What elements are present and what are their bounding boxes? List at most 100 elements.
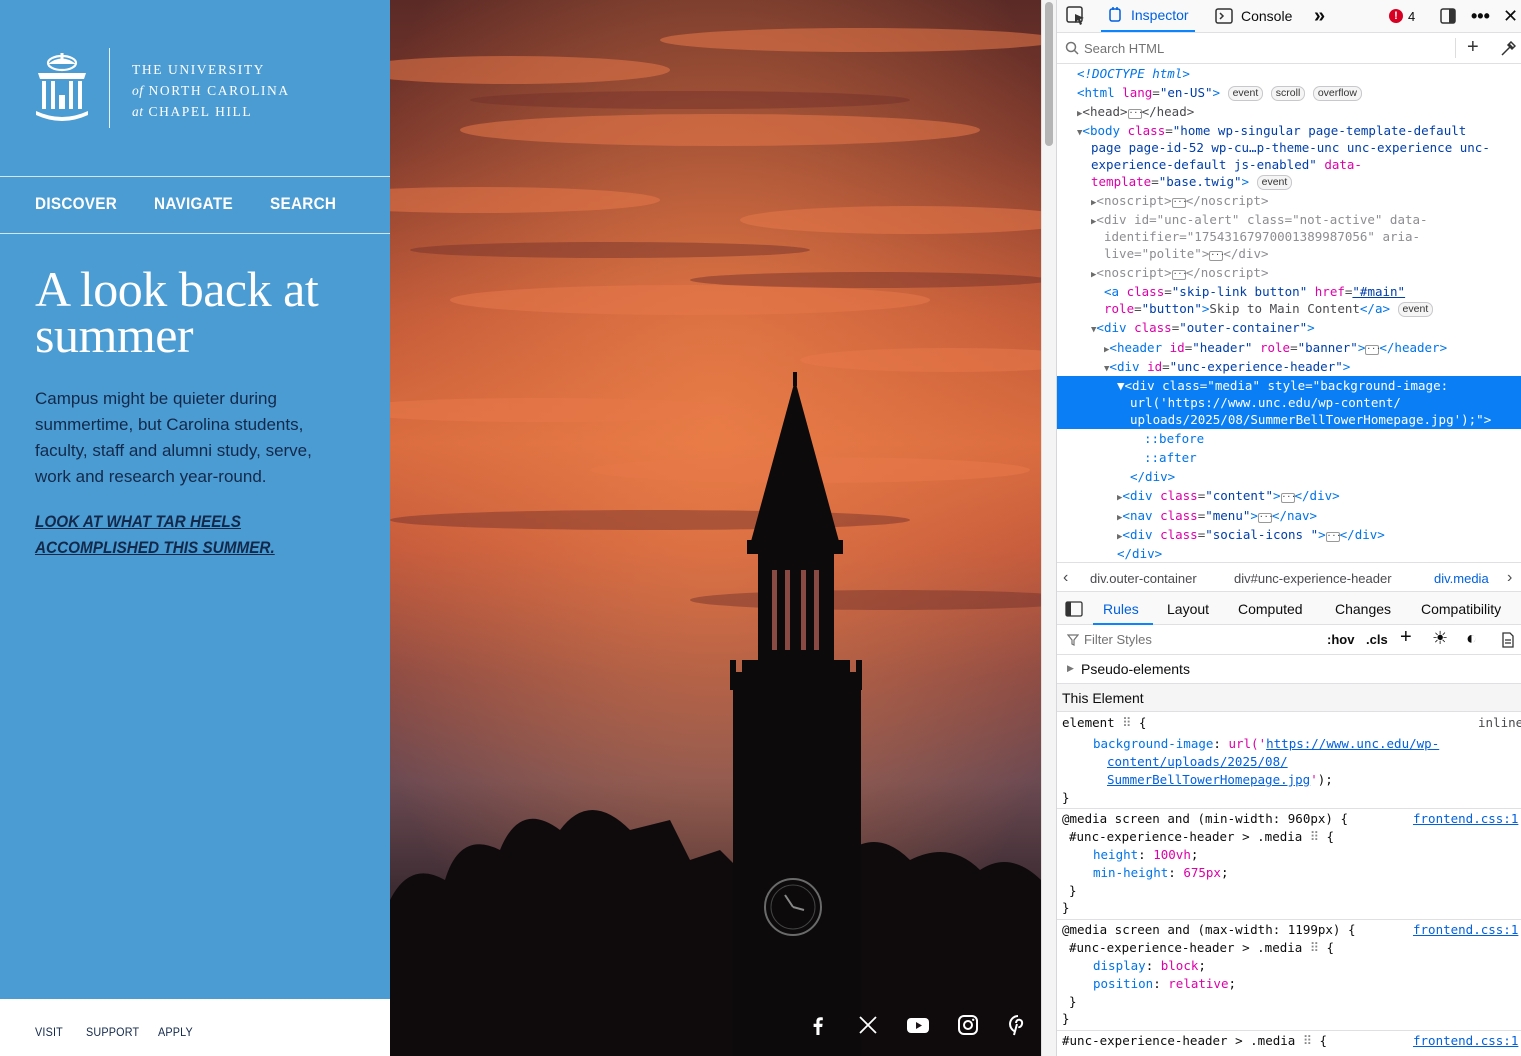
rule-source-link[interactable]: frontend.css:1 — [1413, 810, 1518, 828]
breadcrumb-item-active[interactable]: div.media — [1434, 571, 1489, 586]
expand-arrow-icon: ▶ — [1067, 663, 1074, 673]
footer-link-support[interactable]: SUPPORT — [86, 1025, 139, 1039]
tree-line[interactable]: page page-id-52 wp-cu…p-theme-unc unc-ex… — [1091, 139, 1521, 156]
light-mode-icon[interactable]: ☀ — [1432, 628, 1448, 649]
add-rule-icon[interactable]: + — [1400, 626, 1412, 649]
tree-line[interactable]: <!DOCTYPE html> — [1077, 65, 1521, 82]
tree-line[interactable]: ▶<noscript>···</noscript> — [1091, 192, 1521, 212]
rule-declaration[interactable]: position: relative; — [1093, 975, 1236, 993]
nav-search[interactable]: SEARCH — [270, 194, 336, 214]
scrollbar-thumb[interactable] — [1045, 2, 1053, 146]
tree-line[interactable]: identifier="1754316797000138998705​6" ar… — [1104, 228, 1521, 245]
rule-declaration[interactable]: min-height: 675px; — [1093, 864, 1229, 882]
eyedropper-icon[interactable] — [1500, 41, 1516, 57]
tree-line[interactable]: ▶<div class="social-icons ">···</div> — [1117, 526, 1521, 546]
tree-line[interactable]: ▶<head>···</head> — [1077, 103, 1521, 123]
tree-line[interactable]: live="polite">···</div> — [1104, 245, 1521, 262]
dark-mode-icon[interactable]: ◐ — [1466, 628, 1477, 649]
breadcrumb-item[interactable]: div#unc-experience-header — [1234, 571, 1392, 586]
tree-line[interactable]: ▶<noscript>···</noscript> — [1091, 264, 1521, 284]
breadcrumb-back-icon[interactable]: ‹ — [1063, 569, 1068, 587]
rule-selector[interactable]: #unc-experience-header > .media ⠿ { — [1062, 1032, 1327, 1050]
breadcrumb: ‹ div.outer-container div#unc-experience… — [1057, 562, 1521, 592]
site-sidebar: THE UNIVERSITY of NORTH CAROLINA at CHAP… — [0, 0, 390, 1056]
tree-line[interactable]: ▶<nav class="menu">···</nav> — [1117, 507, 1521, 527]
tab-layout[interactable]: Layout — [1167, 601, 1209, 617]
rule-close: } — [1062, 790, 1070, 805]
tab-computed[interactable]: Computed — [1238, 601, 1303, 617]
tree-line[interactable]: ▼<div class="outer-container"> — [1091, 319, 1521, 339]
tree-line[interactable]: ::before — [1144, 430, 1521, 447]
dock-side-icon[interactable] — [1439, 0, 1457, 32]
tree-line[interactable]: </div> — [1117, 545, 1521, 562]
rule-declaration[interactable]: background-image: url('https://www.unc.e… — [1093, 735, 1439, 753]
rule-selector[interactable]: element ⠿ { — [1062, 714, 1146, 732]
more-options-icon[interactable]: ••• — [1471, 0, 1490, 32]
rule-close: } — [1069, 883, 1077, 898]
facebook-icon[interactable] — [806, 1013, 830, 1037]
filter-styles-input[interactable]: Filter Styles — [1084, 632, 1152, 647]
sunset-bell-tower-image — [390, 0, 1041, 1056]
nav-navigate[interactable]: NAVIGATE — [154, 194, 233, 214]
nav-divider-top — [0, 176, 390, 177]
tree-line[interactable]: ::after — [1144, 449, 1521, 466]
tree-line[interactable]: ▶<header id="header" role="banner">···</… — [1104, 339, 1521, 359]
tree-line[interactable]: experience-default js-enabled" data- — [1091, 156, 1521, 173]
rule-source-link[interactable]: frontend.css:1 — [1413, 921, 1518, 939]
footer-link-visit[interactable]: VISIT — [35, 1025, 63, 1039]
tree-line[interactable]: ▶<div class="content">···</div> — [1117, 487, 1521, 507]
x-icon[interactable] — [856, 1013, 880, 1037]
breadcrumb-item[interactable]: div.outer-container — [1090, 571, 1197, 586]
instagram-icon[interactable] — [956, 1013, 980, 1037]
rule-declaration[interactable]: height: 100vh; — [1093, 846, 1198, 864]
pinterest-icon[interactable] — [1006, 1013, 1030, 1037]
rule-selector[interactable]: #unc-experience-header > .media ⠿ { — [1069, 828, 1334, 846]
tab-compatibility[interactable]: Compatibility — [1421, 601, 1501, 617]
tree-line[interactable]: </div> — [1130, 468, 1521, 485]
breadcrumb-forward-icon[interactable]: › — [1507, 569, 1512, 587]
footer-link-apply[interactable]: APPLY — [158, 1025, 193, 1039]
hero-photo-bell-tower — [390, 0, 1041, 1056]
inspector-icon — [1109, 7, 1121, 22]
html-search-input[interactable]: Search HTML — [1084, 41, 1164, 56]
rule-close: } — [1062, 1011, 1070, 1026]
tab-changes[interactable]: Changes — [1335, 601, 1391, 617]
media-query: @media screen and (min-width: 960px) { — [1062, 811, 1348, 826]
tree-line[interactable]: url('https://www.unc.edu/wp-content/ — [1130, 394, 1521, 411]
css-rules-list[interactable]: element ⠿ { inline background-image: url… — [1057, 712, 1521, 1056]
markup-tree[interactable]: <!DOCTYPE html> <html lang="en-US"> even… — [1057, 64, 1521, 562]
tree-line[interactable]: ▼<div class="media" style="background-im… — [1117, 377, 1521, 394]
unc-logo[interactable]: THE UNIVERSITY of NORTH CAROLINA at CHAP… — [34, 48, 288, 128]
nav-discover[interactable]: DISCOVER — [35, 194, 117, 214]
page-scrollbar[interactable] — [1041, 0, 1056, 1056]
tab-console[interactable]: Console — [1215, 0, 1292, 32]
tab-rules[interactable]: Rules — [1103, 601, 1139, 617]
rule-separator — [1057, 808, 1521, 809]
more-tabs-chevron-icon[interactable]: » — [1314, 0, 1325, 32]
toggle-sidebar-icon[interactable] — [1065, 601, 1083, 617]
tree-line[interactable]: <html lang="en-US"> event scroll overflo… — [1077, 84, 1521, 101]
print-media-icon[interactable] — [1501, 632, 1515, 648]
tree-line[interactable]: template="base.twig"> event — [1091, 173, 1521, 190]
tree-line[interactable]: uploads/2025/08/SummerBellTowerHomepage.… — [1130, 411, 1521, 428]
pseudo-elements-section[interactable]: ▶ Pseudo-elements — [1057, 655, 1521, 684]
add-node-icon[interactable]: + — [1467, 36, 1479, 59]
youtube-icon[interactable] — [906, 1013, 930, 1037]
media-query: @media screen and (max-width: 1199px) { — [1062, 922, 1356, 937]
rule-selector[interactable]: #unc-experience-header > .media ⠿ { — [1069, 939, 1334, 957]
error-count-badge[interactable]: ! 4 — [1389, 0, 1415, 32]
rule-close: } — [1069, 994, 1077, 1009]
hov-toggle[interactable]: :hov — [1327, 632, 1354, 647]
tree-line[interactable]: role="button">Skip to Main Content</a> e… — [1104, 300, 1521, 317]
tree-line[interactable]: <a class="skip-link button" href="#main" — [1104, 283, 1521, 300]
close-icon[interactable]: ✕ — [1503, 0, 1518, 32]
selected-node[interactable]: ▼<div class="media" style="background-im… — [1057, 376, 1521, 429]
element-picker-icon[interactable] — [1065, 0, 1087, 32]
tree-line[interactable]: ▼<div id="unc-experience-header"> — [1104, 358, 1521, 378]
tab-inspector[interactable]: Inspector — [1101, 0, 1195, 32]
old-well-icon — [36, 53, 88, 121]
cls-toggle[interactable]: .cls — [1366, 632, 1388, 647]
rule-declaration[interactable]: display: block; — [1093, 957, 1206, 975]
hero-link[interactable]: LOOK AT WHAT TAR HEELS ACCOMPLISHED THIS… — [35, 509, 323, 561]
rule-source-link[interactable]: frontend.css:1 — [1413, 1032, 1518, 1050]
